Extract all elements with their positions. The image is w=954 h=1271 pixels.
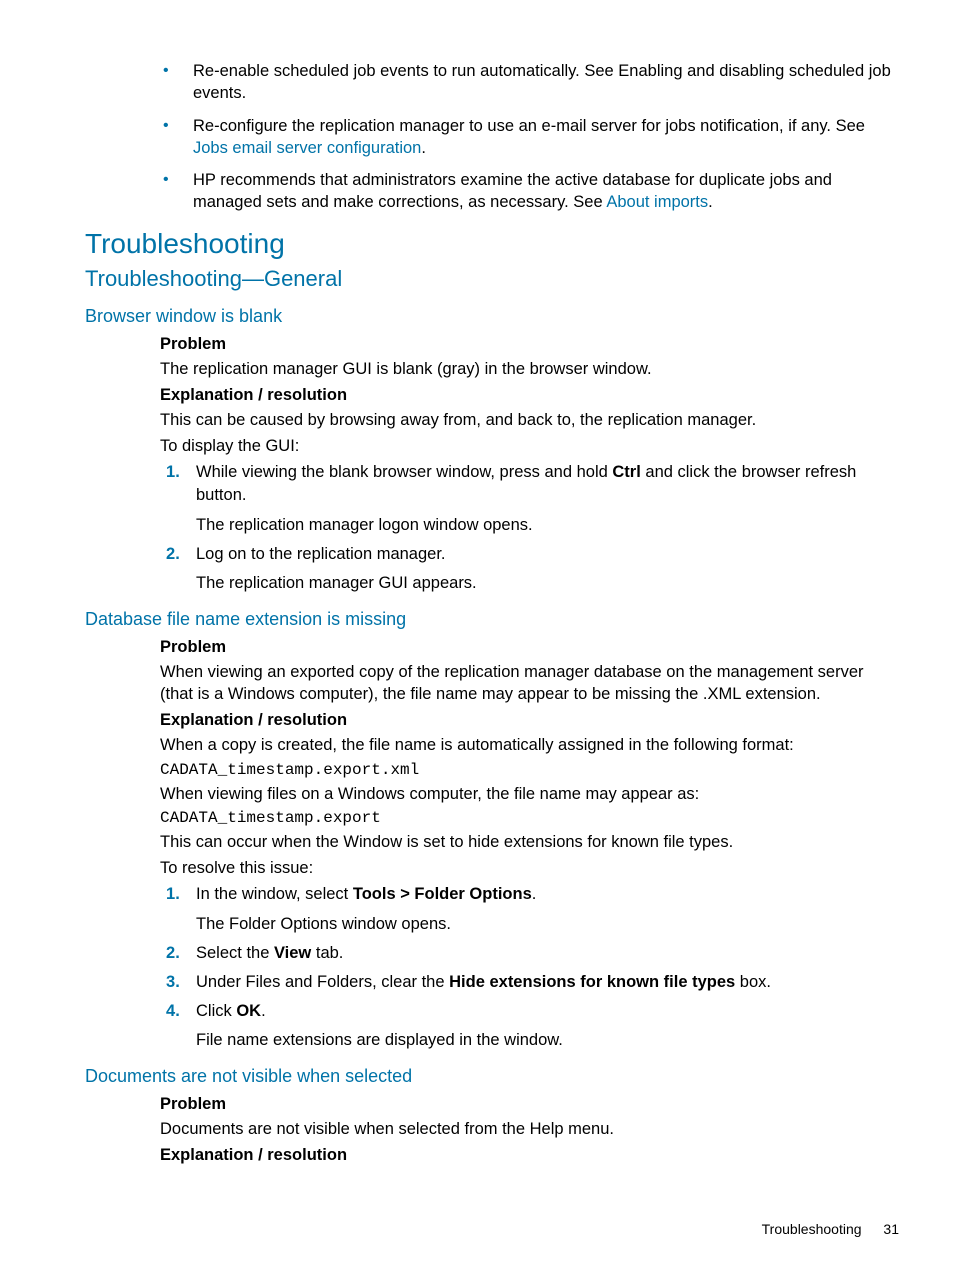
heading-troubleshooting: Troubleshooting	[85, 228, 899, 260]
text: To resolve this issue:	[160, 857, 899, 879]
list-item: Select the View tab.	[196, 942, 899, 965]
bold-text: Ctrl	[612, 463, 640, 481]
code-text: CADATA_timestamp.export.xml	[160, 761, 899, 779]
text: When viewing files on a Windows computer…	[160, 783, 899, 805]
label-explanation: Explanation / resolution	[160, 711, 899, 730]
text: This can occur when the Window is set to…	[160, 831, 899, 853]
text: When a copy is created, the file name is…	[160, 734, 899, 756]
text: The Folder Options window opens.	[196, 913, 899, 936]
text: To display the GUI:	[160, 435, 899, 457]
list-item: In the window, select Tools > Folder Opt…	[196, 883, 899, 935]
text: box.	[735, 973, 771, 991]
page-number: 31	[883, 1221, 899, 1237]
link-about-imports[interactable]: About imports	[606, 193, 708, 211]
text: While viewing the blank browser window, …	[196, 463, 612, 481]
text: This can be caused by browsing away from…	[160, 409, 899, 431]
list-item: Under Files and Folders, clear the Hide …	[196, 971, 899, 994]
text: Re-configure the replication manager to …	[193, 117, 865, 135]
text: Log on to the replication manager.	[196, 545, 446, 563]
bold-text: View	[274, 944, 311, 962]
text: The replication manager GUI is blank (gr…	[160, 358, 899, 380]
link-jobs-email[interactable]: Jobs email server configuration	[193, 139, 421, 157]
list-item: Re-enable scheduled job events to run au…	[193, 60, 899, 105]
page: Re-enable scheduled job events to run au…	[0, 0, 954, 1271]
list-item: Log on to the replication manager. The r…	[196, 543, 899, 595]
text: tab.	[311, 944, 343, 962]
code-text: CADATA_timestamp.export	[160, 809, 899, 827]
step-list: In the window, select Tools > Folder Opt…	[160, 883, 899, 1052]
label-problem: Problem	[160, 335, 899, 354]
topic-block: Problem When viewing an exported copy of…	[160, 638, 899, 1052]
intro-bullet-list: Re-enable scheduled job events to run au…	[85, 60, 899, 214]
heading-troubleshooting-general: Troubleshooting—General	[85, 266, 899, 292]
text: .	[421, 139, 426, 157]
bold-text: Tools > Folder Options	[353, 885, 532, 903]
text: File name extensions are displayed in th…	[196, 1029, 899, 1052]
footer-section: Troubleshooting	[762, 1221, 862, 1237]
step-list: While viewing the blank browser window, …	[160, 461, 899, 594]
text: .	[708, 193, 713, 211]
list-item: While viewing the blank browser window, …	[196, 461, 899, 536]
heading-db-extension: Database file name extension is missing	[85, 609, 899, 630]
text: In the window, select	[196, 885, 353, 903]
heading-browser-blank: Browser window is blank	[85, 306, 899, 327]
text: Under Files and Folders, clear the	[196, 973, 449, 991]
text: When viewing an exported copy of the rep…	[160, 661, 899, 706]
label-explanation: Explanation / resolution	[160, 386, 899, 405]
list-item: Click OK. File name extensions are displ…	[196, 1000, 899, 1052]
bold-text: OK	[236, 1002, 261, 1020]
text: HP recommends that administrators examin…	[193, 171, 832, 211]
text: Documents are not visible when selected …	[160, 1118, 899, 1140]
text: .	[532, 885, 537, 903]
page-footer: Troubleshooting 31	[762, 1221, 899, 1237]
label-explanation: Explanation / resolution	[160, 1146, 899, 1165]
text: .	[261, 1002, 266, 1020]
label-problem: Problem	[160, 638, 899, 657]
list-item: Re-configure the replication manager to …	[193, 115, 899, 160]
topic-block: Problem Documents are not visible when s…	[160, 1095, 899, 1165]
heading-docs-not-visible: Documents are not visible when selected	[85, 1066, 899, 1087]
text: The replication manager logon window ope…	[196, 514, 899, 537]
bold-text: Hide extensions for known file types	[449, 973, 735, 991]
list-item: HP recommends that administrators examin…	[193, 169, 899, 214]
text: Select the	[196, 944, 274, 962]
topic-block: Problem The replication manager GUI is b…	[160, 335, 899, 595]
text: Click	[196, 1002, 236, 1020]
label-problem: Problem	[160, 1095, 899, 1114]
text: The replication manager GUI appears.	[196, 572, 899, 595]
